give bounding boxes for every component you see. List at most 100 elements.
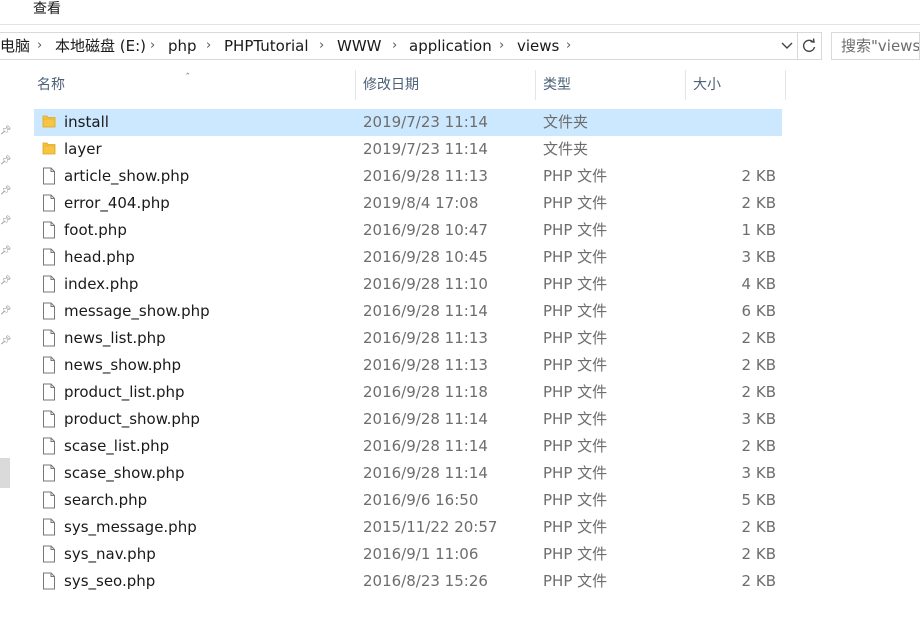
navigation-pane[interactable]: 📌︎ 📌︎ 📌︎ 📌︎ 📌︎ 📌︎ 📌︎ 📌︎: [0, 60, 20, 639]
breadcrumb-separator-icon[interactable]: ›: [499, 33, 504, 59]
file-type: PHP 文件: [543, 275, 608, 293]
breadcrumb-separator-icon[interactable]: ›: [566, 33, 571, 59]
refresh-button[interactable]: [798, 32, 822, 60]
file-row[interactable]: head.php 2016/9/28 10:45 PHP 文件 3 KB: [34, 244, 782, 271]
breadcrumb-separator-icon[interactable]: ›: [37, 33, 42, 59]
breadcrumb-separator-icon[interactable]: ›: [392, 33, 397, 59]
file-type: PHP 文件: [543, 302, 608, 320]
column-divider[interactable]: [785, 70, 786, 100]
breadcrumb-phptutorial[interactable]: PHPTutorial: [224, 33, 309, 59]
column-header-date[interactable]: 修改日期: [363, 70, 533, 100]
file-row[interactable]: message_show.php 2016/9/28 11:14 PHP 文件 6 K…: [34, 298, 782, 325]
file-name: layer: [64, 140, 102, 158]
column-header-name[interactable]: 名称: [37, 70, 355, 100]
file-row[interactable]: news_list.php 2016/9/28 11:13 PHP 文件 2 KB: [34, 325, 782, 352]
file-name: product_show.php: [64, 410, 200, 428]
file-row[interactable]: scase_list.php 2016/9/28 11:14 PHP 文件 2 KB: [34, 433, 782, 460]
column-header-size[interactable]: 大小: [693, 70, 783, 100]
file-modified-date: 2016/9/28 10:47: [363, 221, 488, 239]
file-row[interactable]: foot.php 2016/9/28 10:47 PHP 文件 1 KB: [34, 217, 782, 244]
file-name: scase_show.php: [64, 464, 185, 482]
column-header-type[interactable]: 类型: [543, 70, 683, 100]
breadcrumb-computer[interactable]: 电脑: [0, 33, 30, 59]
file-name: head.php: [64, 248, 135, 266]
breadcrumb-www[interactable]: WWW: [337, 33, 382, 59]
file-name: sys_message.php: [64, 518, 197, 536]
refresh-icon: [802, 38, 816, 53]
file-icon: [42, 167, 56, 189]
file-type: 文件夹: [543, 140, 589, 158]
file-size: 2 KB: [741, 437, 776, 455]
file-icon: [42, 248, 56, 270]
file-type: PHP 文件: [543, 410, 608, 428]
file-row[interactable]: news_show.php 2016/9/28 11:13 PHP 文件 2 KB: [34, 352, 782, 379]
file-row[interactable]: product_show.php 2016/9/28 11:14 PHP 文件 3 K…: [34, 406, 782, 433]
pin-icon: 📌︎: [0, 336, 12, 346]
file-name: install: [64, 113, 109, 131]
pin-icon: 📌︎: [0, 246, 12, 256]
scrollbar-thumb[interactable]: [0, 458, 10, 488]
file-type: 文件夹: [543, 113, 589, 131]
pin-icon: 📌︎: [0, 186, 12, 196]
file-row[interactable]: sys_nav.php 2016/9/1 11:06 PHP 文件 2 KB: [34, 541, 782, 568]
file-name: scase_list.php: [64, 437, 170, 455]
breadcrumb-separator-icon[interactable]: ›: [206, 33, 211, 59]
pin-icon: 📌︎: [0, 276, 12, 286]
file-modified-date: 2016/9/28 11:13: [363, 167, 488, 185]
file-row[interactable]: install 2019/7/23 11:14 文件夹: [34, 109, 782, 136]
file-row[interactable]: sys_seo.php 2016/8/23 15:26 PHP 文件 2 KB: [34, 568, 782, 595]
file-size: 2 KB: [741, 329, 776, 347]
file-name: message_show.php: [64, 302, 210, 320]
file-icon: [42, 545, 56, 567]
file-name: sys_seo.php: [64, 572, 156, 590]
file-type: PHP 文件: [543, 491, 608, 509]
ribbon: 查看: [0, 0, 920, 25]
breadcrumb-drive[interactable]: 本地磁盘 (E:): [55, 33, 146, 59]
file-modified-date: 2016/9/28 11:10: [363, 275, 488, 293]
file-modified-date: 2016/9/28 11:14: [363, 437, 488, 455]
file-row[interactable]: product_list.php 2016/9/28 11:18 PHP 文件 2 K…: [34, 379, 782, 406]
file-row[interactable]: article_show.php 2016/9/28 11:13 PHP 文件 2 K…: [34, 163, 782, 190]
file-type: PHP 文件: [543, 194, 608, 212]
file-row[interactable]: sys_message.php 2015/11/22 20:57 PHP 文件 2 K…: [34, 514, 782, 541]
file-icon: [42, 383, 56, 405]
file-row[interactable]: search.php 2016/9/6 16:50 PHP 文件 5 KB: [34, 487, 782, 514]
column-divider[interactable]: [685, 70, 686, 100]
file-modified-date: 2016/9/28 11:14: [363, 302, 488, 320]
file-row[interactable]: index.php 2016/9/28 11:10 PHP 文件 4 KB: [34, 271, 782, 298]
file-modified-date: 2016/9/28 11:13: [363, 356, 488, 374]
file-row[interactable]: scase_show.php 2016/9/28 11:14 PHP 文件 3 KB: [34, 460, 782, 487]
file-type: PHP 文件: [543, 545, 608, 563]
file-size: 2 KB: [741, 356, 776, 374]
file-icon: [42, 572, 56, 594]
column-divider[interactable]: [355, 70, 356, 100]
address-bar[interactable]: 电脑 › 本地磁盘 (E:) › php › PHPTutorial › WWW…: [0, 32, 798, 60]
chevron-down-icon[interactable]: [778, 33, 796, 59]
file-modified-date: 2016/8/23 15:26: [363, 572, 488, 590]
file-type: PHP 文件: [543, 572, 608, 590]
file-row[interactable]: layer 2019/7/23 11:14 文件夹: [34, 136, 782, 163]
file-name: index.php: [64, 275, 139, 293]
file-modified-date: 2015/11/22 20:57: [363, 518, 498, 536]
breadcrumb-separator-icon[interactable]: ›: [150, 33, 155, 59]
column-divider[interactable]: [535, 70, 536, 100]
file-modified-date: 2016/9/28 11:14: [363, 410, 488, 428]
file-type: PHP 文件: [543, 518, 608, 536]
breadcrumb-separator-icon[interactable]: ›: [319, 33, 324, 59]
tab-view[interactable]: 查看: [33, 0, 61, 18]
file-name: error_404.php: [64, 194, 170, 212]
file-icon: [42, 329, 56, 351]
breadcrumb-application[interactable]: application: [409, 33, 492, 59]
file-type: PHP 文件: [543, 248, 608, 266]
file-size: 2 KB: [741, 518, 776, 536]
pin-icon: 📌︎: [0, 156, 12, 166]
file-row[interactable]: error_404.php 2019/8/4 17:08 PHP 文件 2 KB: [34, 190, 782, 217]
file-name: news_list.php: [64, 329, 166, 347]
file-type: PHP 文件: [543, 356, 608, 374]
breadcrumb-views[interactable]: views: [517, 33, 559, 59]
file-size: 3 KB: [741, 248, 776, 266]
pin-icon: 📌︎: [0, 126, 12, 136]
breadcrumb-php[interactable]: php: [168, 33, 197, 59]
file-size: 4 KB: [741, 275, 776, 293]
search-input[interactable]: 搜索"views": [831, 32, 920, 60]
